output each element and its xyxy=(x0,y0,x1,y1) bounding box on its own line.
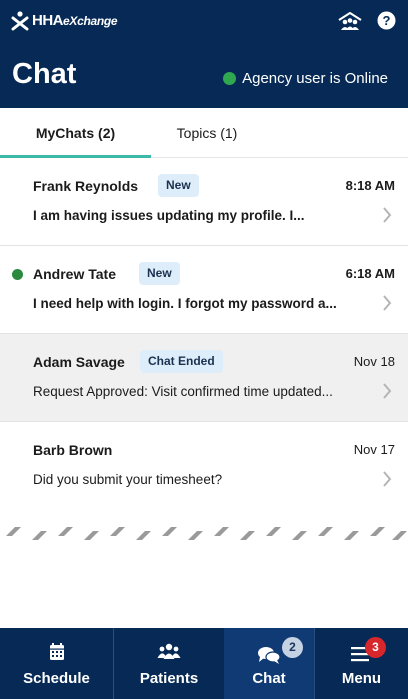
bottom-nav: Schedule Patients 2 Chat 3 Menu xyxy=(0,628,408,699)
app-logo: HHAeXchange xyxy=(11,10,118,32)
chat-tabs: MyChats (2) Topics (1) xyxy=(0,108,408,158)
torn-edge-divider xyxy=(6,527,407,540)
help-icon[interactable]: ? xyxy=(377,11,396,31)
chat-contact-name: Barb Brown xyxy=(33,442,113,458)
chat-contact-name: Frank Reynolds xyxy=(33,178,139,194)
chat-date: Nov 17 xyxy=(353,442,395,457)
agency-status-text: Agency user is Online xyxy=(242,70,388,87)
top-bar: HHAeXchange ? xyxy=(0,0,408,42)
tab-topics[interactable]: Topics (1) xyxy=(151,108,263,158)
hha-logo-icon xyxy=(11,11,29,31)
chat-contact-name: Andrew Tate xyxy=(33,266,116,282)
chevron-right-icon xyxy=(383,207,392,223)
chat-contact-name: Adam Savage xyxy=(33,354,125,370)
nav-menu[interactable]: 3 Menu xyxy=(315,628,408,699)
chat-preview: Did you submit your timesheet? xyxy=(33,472,223,487)
page-title: Chat xyxy=(12,58,77,90)
chat-date: Nov 18 xyxy=(353,354,395,369)
chat-item-andrew-tate[interactable]: Andrew Tate New 6:18 AM I need help with… xyxy=(0,246,408,334)
nav-menu-label: Menu xyxy=(341,670,382,687)
nav-schedule[interactable]: Schedule xyxy=(0,628,113,699)
agency-group-icon[interactable] xyxy=(337,11,363,31)
menu-notification-badge: 3 xyxy=(365,637,386,658)
new-badge: New xyxy=(139,262,180,285)
nav-chat-label: Chat xyxy=(252,670,286,687)
online-status-icon xyxy=(223,72,237,85)
chat-preview: Request Approved: Visit confirmed time u… xyxy=(33,384,333,399)
chat-header: Chat Agency user is Online xyxy=(0,42,408,108)
chat-preview: I need help with login. I forgot my pass… xyxy=(33,296,337,311)
chat-time: 8:18 AM xyxy=(345,178,395,193)
patients-icon xyxy=(157,643,181,659)
chat-time: 6:18 AM xyxy=(345,266,395,281)
calendar-icon xyxy=(49,643,64,660)
chat-item-frank-reynolds[interactable]: Frank Reynolds New 8:18 AM I am having i… xyxy=(0,158,408,246)
chat-item-barb-brown[interactable]: Barb Brown Nov 17 Did you submit your ti… xyxy=(0,422,408,510)
chat-item-adam-savage[interactable]: Adam Savage Chat Ended Nov 18 Request Ap… xyxy=(0,334,408,422)
new-badge: New xyxy=(158,174,199,197)
nav-schedule-label: Schedule xyxy=(23,670,90,687)
chat-preview: I am having issues updating my profile. … xyxy=(33,208,305,223)
chat-count-badge: 2 xyxy=(282,637,303,658)
online-indicator-icon xyxy=(12,269,23,280)
chevron-right-icon xyxy=(383,383,392,399)
chevron-right-icon xyxy=(383,295,392,311)
nav-chat[interactable]: 2 Chat xyxy=(224,628,314,699)
svg-text:?: ? xyxy=(383,13,391,28)
agency-status: Agency user is Online xyxy=(223,70,388,87)
tab-mychats[interactable]: MyChats (2) xyxy=(0,108,151,158)
chat-icon xyxy=(258,647,281,664)
nav-patients-label: Patients xyxy=(139,670,199,687)
brand-name: HHAeXchange xyxy=(32,12,118,29)
chevron-right-icon xyxy=(383,471,392,487)
chat-ended-badge: Chat Ended xyxy=(140,350,223,373)
nav-patients[interactable]: Patients xyxy=(114,628,224,699)
